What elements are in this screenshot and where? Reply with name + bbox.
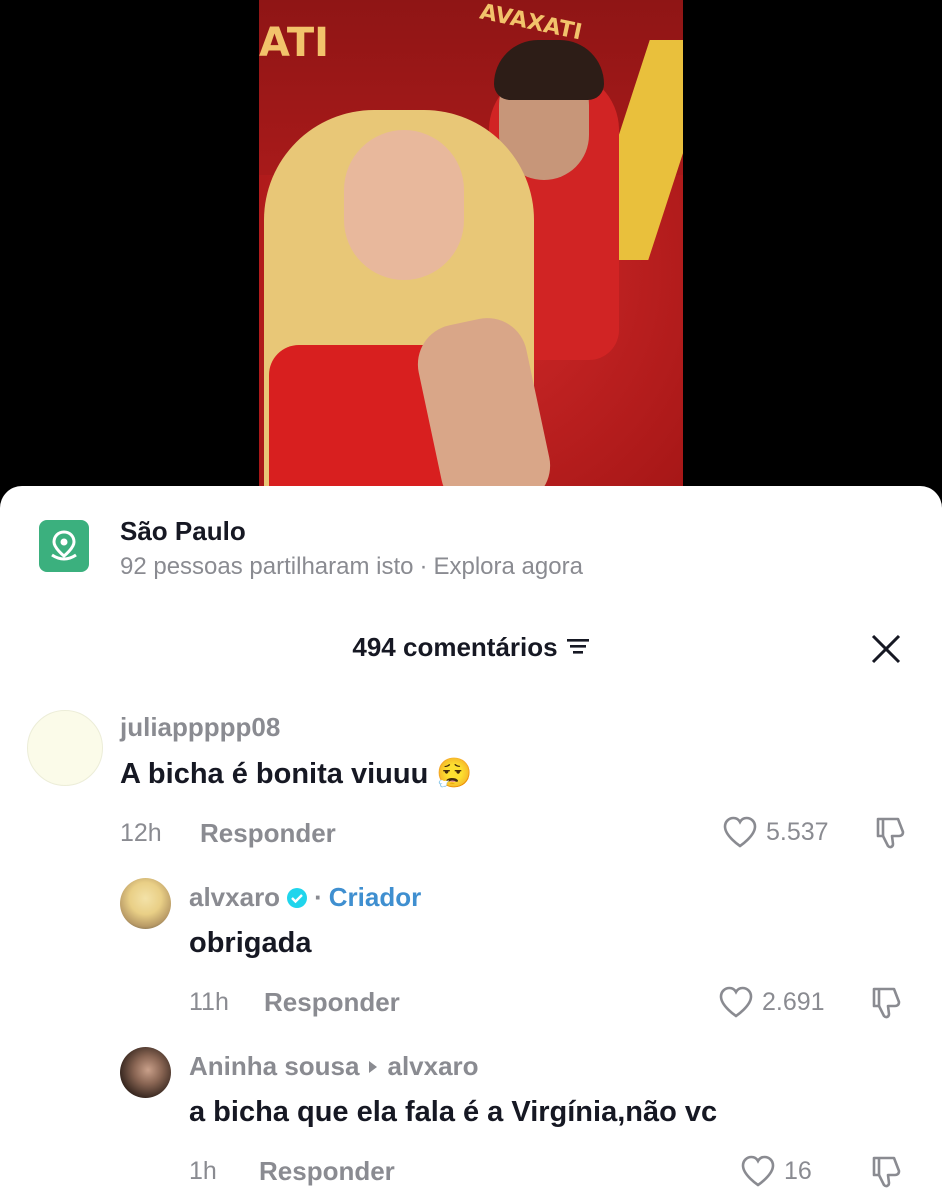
creator-label: Criador — [328, 882, 422, 912]
heart-icon — [741, 1155, 775, 1187]
like-count: 2.691 — [762, 987, 825, 1016]
like-button[interactable]: 16 — [740, 1154, 812, 1188]
dislike-icon[interactable] — [868, 985, 904, 1021]
like-count: 5.537 — [766, 817, 829, 846]
comment-text-body: A bicha é bonita viuuu — [120, 758, 429, 790]
reply-button[interactable]: Responder — [264, 987, 400, 1018]
video-sign: ATI — [259, 20, 330, 66]
sort-filter-icon[interactable] — [566, 632, 590, 663]
like-count: 16 — [784, 1156, 812, 1185]
comment-time: 12h — [120, 819, 162, 847]
video-area[interactable]: ATI AVAXATI — [0, 0, 942, 500]
comments-count: 494 comentários — [352, 632, 558, 662]
reply-button[interactable]: Responder — [200, 818, 336, 849]
location-shared-count: 92 pessoas partilharam isto — [120, 553, 414, 580]
comment-time: 11h — [189, 988, 229, 1016]
exhaling-face-emoji: 😮‍💨 — [436, 758, 473, 790]
dislike-icon[interactable] — [868, 1154, 904, 1190]
comments-header: 494 comentários — [0, 632, 942, 663]
dislike-icon[interactable] — [872, 815, 908, 851]
heart-icon — [719, 986, 753, 1018]
location-pin-icon[interactable] — [39, 520, 89, 572]
comment-time: 1h — [189, 1157, 217, 1185]
video-frame[interactable]: ATI AVAXATI — [259, 0, 683, 500]
reply-to-username[interactable]: alvxaro — [387, 1051, 478, 1082]
location-subtitle[interactable]: 92 pessoas partilharam isto · Explora agor… — [120, 553, 583, 581]
heart-icon — [723, 816, 757, 848]
comment-username[interactable]: juliappppp08 — [120, 712, 280, 743]
creator-separator: · — [314, 882, 323, 912]
avatar[interactable] — [120, 1047, 171, 1098]
comment-username-line: alvxaro · Criador — [189, 882, 421, 913]
verified-badge-icon — [287, 887, 308, 908]
comment-text: a bicha que ela fala é a Virgínia,não vc — [189, 1096, 718, 1128]
comment-username-line: Aninha sousa alvxaro — [189, 1051, 479, 1082]
like-button[interactable]: 5.537 — [722, 815, 829, 849]
location-title[interactable]: São Paulo — [120, 516, 246, 547]
avatar[interactable] — [27, 710, 103, 786]
reply-arrow-icon — [369, 1060, 378, 1073]
comment-text: A bicha é bonita viuuu 😮‍💨 — [120, 757, 472, 791]
video-man-hair — [494, 40, 604, 100]
location-separator: · — [419, 553, 428, 580]
comment-username[interactable]: Aninha sousa — [189, 1051, 359, 1082]
video-woman-face — [344, 130, 464, 280]
comment-text: obrigada — [189, 927, 312, 959]
close-icon[interactable] — [868, 631, 904, 667]
avatar[interactable] — [120, 878, 171, 929]
like-button[interactable]: 2.691 — [718, 985, 825, 1019]
explore-link[interactable]: Explora agora — [433, 553, 582, 580]
comment-username[interactable]: alvxaro — [189, 882, 280, 913]
reply-button[interactable]: Responder — [259, 1156, 395, 1187]
